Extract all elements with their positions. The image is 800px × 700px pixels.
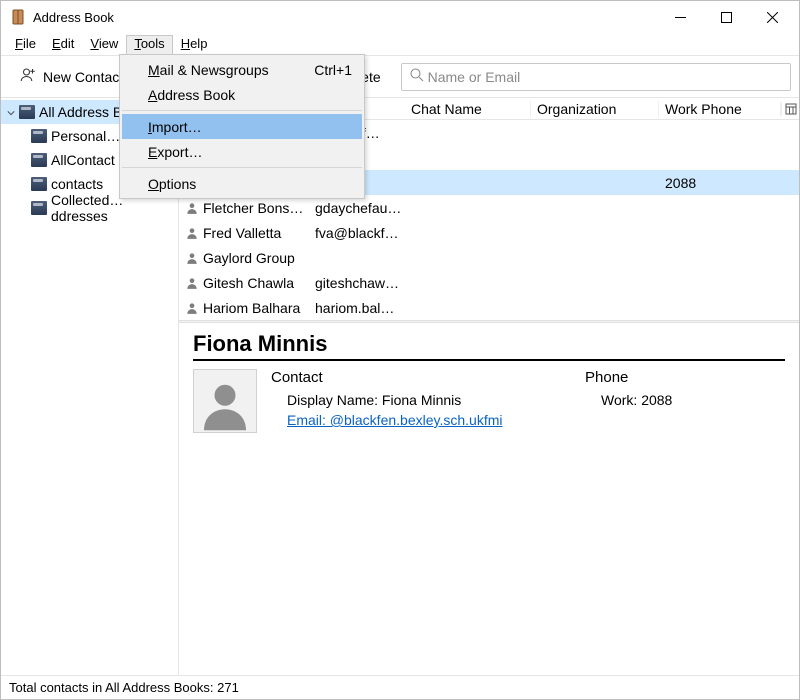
new-contact-label: New Contact <box>43 69 123 85</box>
cell-name: Gaylord Group <box>203 250 295 266</box>
cell-email: fva@blackf… <box>315 225 398 241</box>
menu-file[interactable]: File <box>7 35 44 54</box>
col-chat[interactable]: Chat Name <box>405 101 531 117</box>
cell-name: Fletcher Bons… <box>203 200 303 216</box>
sidebar-item-collected[interactable]: Collected…ddresses <box>1 196 178 220</box>
minimize-button[interactable] <box>657 2 703 32</box>
shortcut-text: Ctrl+1 <box>314 62 352 78</box>
titlebar: Address Book <box>1 1 799 33</box>
statusbar: Total contacts in All Address Books: 271 <box>1 675 799 699</box>
avatar <box>193 369 257 433</box>
close-button[interactable] <box>749 2 795 32</box>
address-book-window: Address Book File Edit View Tools Help N… <box>0 0 800 700</box>
sidebar-item-label: AllContact <box>51 152 115 168</box>
book-icon <box>31 129 47 143</box>
table-row[interactable]: Gitesh Chawla giteshchaw… <box>179 270 799 295</box>
menu-separator <box>122 110 362 111</box>
person-icon <box>185 226 199 240</box>
menu-item-export[interactable]: Export… <box>122 139 362 164</box>
menu-item-mail[interactable]: Mail & Newsgroups Ctrl+1 <box>122 57 362 82</box>
window-title: Address Book <box>33 10 114 25</box>
cell-name: Fred Valletta <box>203 225 281 241</box>
book-icon <box>19 105 35 119</box>
app-icon <box>11 9 27 25</box>
menubar: File Edit View Tools Help <box>1 33 799 55</box>
sidebar-item-label: All Address B <box>39 104 122 120</box>
display-name-value: Display Name: Fiona Minnis <box>271 390 571 410</box>
detail-rule <box>193 359 785 361</box>
menu-help[interactable]: Help <box>173 35 216 54</box>
search-icon <box>408 66 426 87</box>
menu-tools[interactable]: Tools <box>126 35 172 54</box>
cell-name: Gitesh Chawla <box>203 275 294 291</box>
book-icon <box>31 201 47 215</box>
col-org[interactable]: Organization <box>531 101 659 117</box>
cell-email: giteshchaw… <box>315 275 399 291</box>
person-icon <box>185 201 199 215</box>
detail-heading: Fiona Minnis <box>193 331 785 357</box>
menu-view[interactable]: View <box>82 35 126 54</box>
person-icon <box>185 276 199 290</box>
cell-email: hariom.bal… <box>315 300 394 316</box>
table-row[interactable]: Fred Valletta fva@blackf… <box>179 220 799 245</box>
tools-dropdown: Mail & Newsgroups Ctrl+1 Address Book Im… <box>119 54 365 199</box>
search-input[interactable] <box>426 68 784 86</box>
book-icon <box>31 153 47 167</box>
status-text: Total contacts in All Address Books: 271 <box>9 680 239 695</box>
table-row[interactable]: Gaylord Group <box>179 245 799 270</box>
contact-detail: Fiona Minnis Contact Display Name: Fiona… <box>179 323 799 675</box>
menu-item-address-book[interactable]: Address Book <box>122 82 362 107</box>
menu-edit[interactable]: Edit <box>44 35 82 54</box>
column-picker-button[interactable] <box>781 103 799 115</box>
menu-separator <box>122 167 362 168</box>
phone-section-title: Phone <box>585 369 785 386</box>
cell-email: gdaychefau… <box>315 200 401 216</box>
cell-name: Hariom Balhara <box>203 300 300 316</box>
search-box[interactable] <box>401 63 791 91</box>
table-row[interactable]: Hariom Balhara hariom.bal… <box>179 295 799 320</box>
work-phone-value: Work: 2088 <box>585 390 785 410</box>
book-icon <box>31 177 47 191</box>
email-link[interactable]: Email: @blackfen.bexley.sch.ukfmi <box>287 412 502 428</box>
menu-item-import[interactable]: Import… <box>122 114 362 139</box>
window-controls <box>657 2 795 32</box>
menu-item-options[interactable]: Options <box>122 171 362 196</box>
col-phone[interactable]: Work Phone <box>659 101 781 117</box>
person-icon <box>185 301 199 315</box>
cell-phone: 2088 <box>665 175 696 191</box>
maximize-button[interactable] <box>703 2 749 32</box>
sidebar-item-label: contacts <box>51 176 103 192</box>
contact-section-title: Contact <box>271 369 571 386</box>
new-contact-icon <box>19 66 37 87</box>
person-icon <box>185 251 199 265</box>
caret-down-icon <box>7 104 15 120</box>
